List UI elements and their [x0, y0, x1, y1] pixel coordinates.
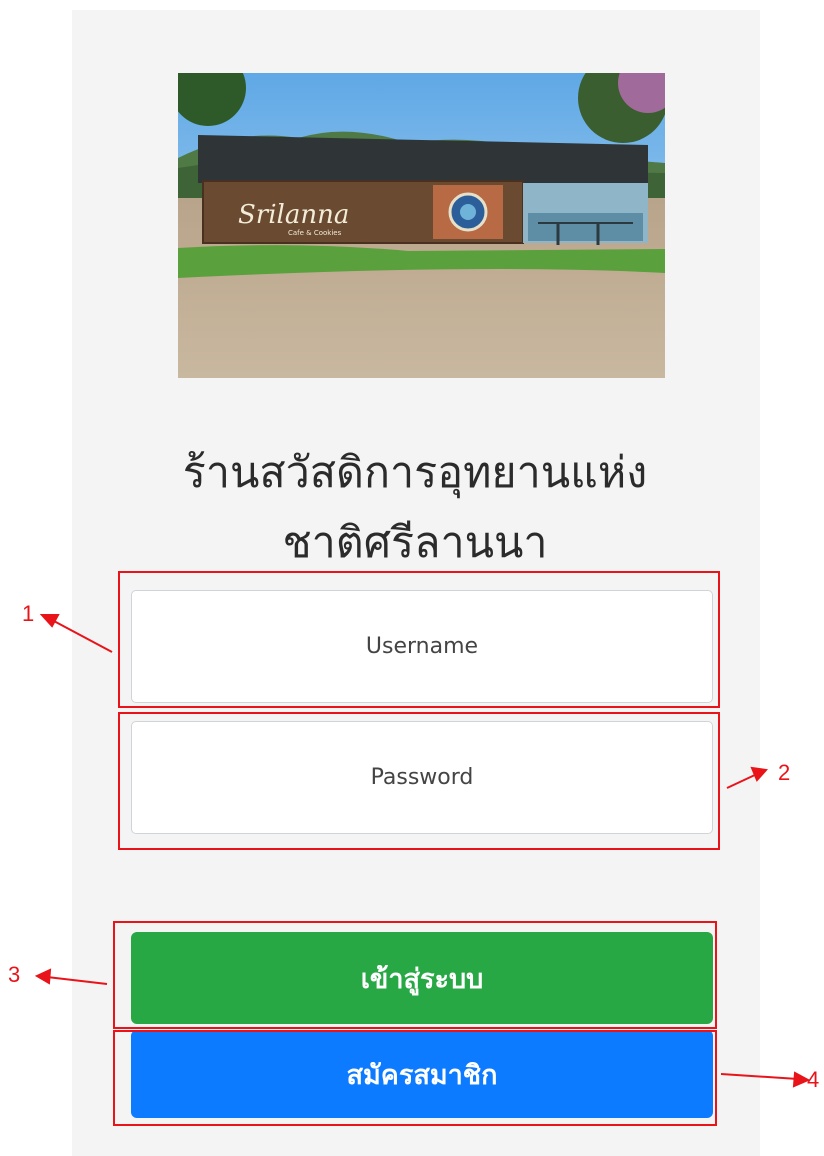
photo-sign-text: Srilanna	[238, 200, 349, 230]
annotation-label-1: 1	[22, 601, 35, 626]
photo-sign-subtext: Cafe & Cookies	[288, 229, 342, 237]
store-title: ร้านสวัสดิการอุทยานแห่ง ชาติศรีลานนา	[110, 438, 720, 578]
store-photo-image: Srilanna Cafe & Cookies	[178, 73, 665, 378]
annotation-label-4: 4	[807, 1067, 820, 1092]
store-title-line2: ชาติศรีลานนา	[282, 518, 548, 568]
annotation-label-2: 2	[778, 760, 791, 785]
annotation-label-3: 3	[8, 962, 21, 987]
annotation-arrowhead-4	[792, 1071, 811, 1088]
annotation-arrowhead-1	[39, 614, 60, 628]
register-button[interactable]: สมัครสมาชิก	[131, 1030, 713, 1118]
annotation-arrowhead-3	[34, 968, 52, 985]
login-button[interactable]: เข้าสู่ระบบ	[131, 932, 713, 1024]
username-input[interactable]	[131, 590, 713, 703]
store-photo: Srilanna Cafe & Cookies	[178, 73, 665, 378]
password-input[interactable]	[131, 721, 713, 834]
store-title-line1: ร้านสวัสดิการอุทยานแห่ง	[182, 448, 648, 498]
page: Srilanna Cafe & Cookies ร้านสวัสดิการอุท…	[0, 0, 824, 1156]
